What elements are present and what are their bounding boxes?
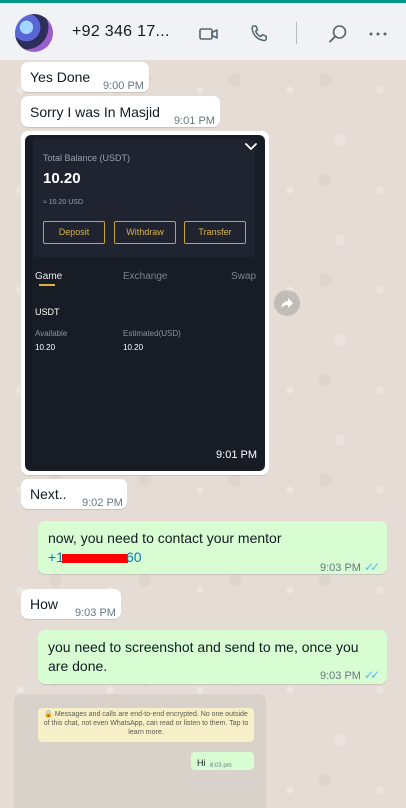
- incoming-message[interactable]: Next.. 9:02 PM: [21, 479, 127, 509]
- inner-message-text: Hi: [197, 758, 206, 768]
- inner-outgoing-message: Hi 6:03 pm: [191, 752, 254, 770]
- phone-icon[interactable]: [247, 22, 271, 46]
- message-status: 9:03 PM ✓✓: [320, 557, 380, 578]
- incoming-message[interactable]: How 9:03 PM: [21, 589, 121, 619]
- message-time: 9:00 PM: [103, 80, 144, 92]
- message-text: now, you need to contact your mentor: [48, 530, 282, 546]
- encryption-notice: 🔒 Messages and calls are end-to-end encr…: [38, 708, 254, 742]
- header-divider: [296, 22, 297, 44]
- tab-exchange: Exchange: [123, 271, 168, 282]
- active-tab-indicator: [39, 284, 55, 286]
- video-call-icon[interactable]: [197, 22, 221, 46]
- balance-value: 10.20: [43, 170, 81, 187]
- incoming-image-message[interactable]: 🔒 Messages and calls are end-to-end encr…: [14, 694, 266, 808]
- deposit-button: Deposit: [43, 221, 105, 244]
- chevron-down-icon[interactable]: [243, 139, 259, 155]
- message-list[interactable]: Yes Done 9:00 PM Sorry I was In Masjid 9…: [0, 60, 406, 808]
- forward-button[interactable]: [274, 290, 300, 316]
- link-suffix: 60: [125, 549, 142, 565]
- message-text: Next..: [30, 486, 67, 502]
- balance-usd: ≈ 10.20 USD: [43, 199, 84, 206]
- message-text: How: [30, 596, 59, 612]
- message-time: 9:03 PM: [75, 607, 116, 619]
- transfer-button: Transfer: [184, 221, 246, 244]
- contact-avatar[interactable]: [15, 14, 53, 52]
- search-icon[interactable]: [326, 22, 350, 46]
- incoming-image-message[interactable]: Total Balance (USDT) 10.20 ≈ 10.20 USD D…: [21, 131, 269, 475]
- available-value: 10.20: [35, 343, 56, 352]
- outgoing-message[interactable]: you need to screenshot and send to me, o…: [38, 630, 387, 684]
- message-text: Yes Done: [30, 69, 91, 85]
- message-text: Sorry I was In Masjid: [30, 104, 160, 120]
- redaction-mark: [61, 553, 128, 563]
- outgoing-message[interactable]: now, you need to contact your mentor +1 6…: [38, 521, 387, 574]
- incoming-message[interactable]: Sorry I was In Masjid 9:01 PM: [21, 96, 220, 127]
- inner-message-time: 6:03 pm: [210, 763, 232, 769]
- contact-name[interactable]: +92 346 17...: [72, 23, 170, 41]
- phone-number-link[interactable]: +1 60: [48, 548, 142, 567]
- balance-label: Total Balance (USDT): [43, 153, 131, 163]
- message-time: 9:03 PM: [320, 562, 361, 574]
- withdraw-button: Withdraw: [114, 221, 176, 244]
- message-time: 9:02 PM: [82, 497, 123, 509]
- balance-card: Total Balance (USDT) 10.20 ≈ 10.20 USD D…: [33, 139, 255, 257]
- message-time: 9:01 PM: [216, 449, 257, 461]
- read-receipt-icon: ✓✓: [363, 668, 380, 682]
- tab-swap: Swap: [231, 271, 257, 282]
- message-time: 9:01 PM: [174, 115, 215, 127]
- more-options-icon[interactable]: [366, 22, 390, 46]
- forward-icon: [281, 298, 293, 309]
- message-time: 9:03 PM: [320, 670, 361, 682]
- screenshot-image[interactable]: Total Balance (USDT) 10.20 ≈ 10.20 USD D…: [25, 135, 265, 471]
- estimated-value: 10.20: [123, 343, 144, 352]
- asset-name: USDT: [35, 307, 60, 317]
- message-status: 9:03 PM ✓✓: [320, 665, 380, 686]
- incoming-message[interactable]: Yes Done 9:00 PM: [21, 62, 149, 92]
- chat-header: +92 346 17...: [0, 3, 406, 61]
- read-receipt-icon: ✓✓: [363, 560, 380, 574]
